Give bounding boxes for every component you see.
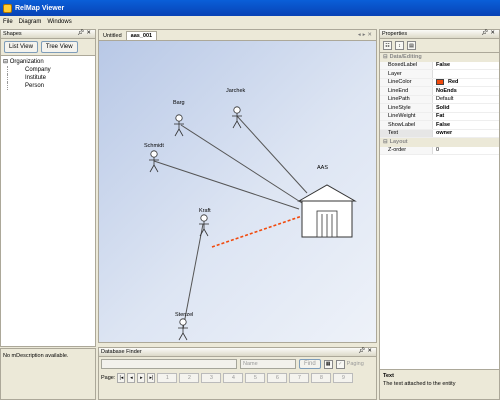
person-label-jarchek: Jarchek xyxy=(226,88,246,94)
property-row-selected[interactable]: Text owner xyxy=(380,129,499,138)
name-select[interactable]: Name xyxy=(240,359,296,369)
page-button-2[interactable]: 2 xyxy=(179,373,200,383)
property-help: Text The text attached to the entity xyxy=(380,369,499,399)
tab-aas-001[interactable]: aas_001 xyxy=(125,31,158,40)
person-label-stenzel: Stenzel xyxy=(175,312,193,318)
tab-untitled[interactable]: Untitled xyxy=(99,32,126,40)
page-button-7[interactable]: 7 xyxy=(289,373,310,383)
person-label-schmidt: Schmidt xyxy=(144,143,164,149)
page-label: Page: xyxy=(101,375,116,381)
app-icon xyxy=(3,3,12,13)
options-icon[interactable]: ▦ xyxy=(323,359,333,369)
tree-item-person[interactable]: Person xyxy=(7,82,93,90)
person-label-kraft: Kraft xyxy=(199,208,211,214)
property-row[interactable]: Layer xyxy=(380,70,499,79)
page-button-6[interactable]: 6 xyxy=(267,373,288,383)
menu-bar: File Diagram Windows xyxy=(0,16,500,28)
link-kraft-aas-highlighted[interactable] xyxy=(211,215,303,248)
person-icon-jarchek[interactable] xyxy=(231,106,243,129)
description-text: No mDescription available. xyxy=(3,353,69,359)
shapes-panel-title: Shapes xyxy=(3,31,22,37)
last-page-icon[interactable]: ▸| xyxy=(147,373,156,383)
window-title: RelMap Viewer xyxy=(15,4,65,12)
menu-file[interactable]: File xyxy=(3,19,13,25)
paging-checkbox[interactable]: ✓ xyxy=(335,359,345,369)
page-button-8[interactable]: 8 xyxy=(311,373,332,383)
page-button-3[interactable]: 3 xyxy=(201,373,222,383)
person-label-barg: Barg xyxy=(173,100,185,106)
shapes-panel-header: Shapes 📌︎✕ xyxy=(1,30,95,39)
database-finder-title: Database Finder xyxy=(101,349,142,355)
property-row[interactable]: LineColor Red xyxy=(380,78,499,87)
next-page-icon[interactable]: ▸ xyxy=(137,373,146,383)
tree-item-institute[interactable]: Institute xyxy=(7,74,93,82)
property-row[interactable]: LineStyle Solid xyxy=(380,104,499,113)
document-area: Untitled aas_001 ◂▸✕ AAS Barg Jarchek Sc… xyxy=(98,29,377,343)
shapes-tree: ⊟ Organization Company Institute Person xyxy=(1,56,95,92)
shapes-panel: Shapes 📌︎✕ List View Tree View ⊟ Organiz… xyxy=(0,29,96,347)
search-input[interactable] xyxy=(101,359,237,369)
tree-view-button[interactable]: Tree View xyxy=(40,41,78,53)
sort-alpha-icon[interactable]: ↕ xyxy=(395,41,404,50)
property-row[interactable]: BoxedLabel False xyxy=(380,61,499,70)
list-view-button[interactable]: List View xyxy=(4,41,38,53)
diagram-svg: AAS Barg Jarchek Schmidt Kraft Stenzel xyxy=(144,88,357,341)
person-icon-stenzel[interactable] xyxy=(177,318,189,341)
property-row[interactable]: LineEnd NoEnds xyxy=(380,87,499,96)
property-row[interactable]: ShowLabel False xyxy=(380,121,499,130)
person-icon-schmidt[interactable] xyxy=(148,150,160,173)
close-icon[interactable]: ✕ xyxy=(490,30,497,36)
tree-item-company[interactable]: Company xyxy=(7,66,93,74)
help-text: The text attached to the entity xyxy=(383,381,456,387)
database-finder-header: Database Finder 📌︎✕ xyxy=(99,348,376,357)
prev-page-icon[interactable]: ◂ xyxy=(127,373,136,383)
close-icon[interactable]: ✕ xyxy=(86,30,93,36)
tree-item-organization[interactable]: ⊟ Organization xyxy=(3,58,93,66)
database-finder-panel: Database Finder 📌︎✕ Name Find ▦ ✓ Paging … xyxy=(98,347,377,400)
categorized-icon[interactable]: ☷ xyxy=(383,41,392,50)
pager: Page: |◂ ◂ ▸ ▸| 1 2 3 4 5 6 7 8 9 xyxy=(99,371,376,385)
property-row[interactable]: Z-order 0 xyxy=(380,146,499,155)
properties-header: Properties 📌︎✕ xyxy=(380,30,499,39)
description-panel: No mDescription available. xyxy=(0,348,96,400)
page-button-1[interactable]: 1 xyxy=(157,373,178,383)
properties-panel: Properties 📌︎✕ ☷ ↕ ▤ ⊟ Data/Editing Boxe… xyxy=(379,29,500,400)
find-button[interactable]: Find xyxy=(299,359,321,369)
help-title: Text xyxy=(383,373,394,379)
title-bar: RelMap Viewer xyxy=(0,0,500,16)
close-icon[interactable]: ✕ xyxy=(367,348,374,354)
color-swatch xyxy=(436,79,444,86)
link-barg-aas[interactable] xyxy=(180,124,303,204)
property-row[interactable]: LineWeight Fat xyxy=(380,112,499,121)
page-button-9[interactable]: 9 xyxy=(333,373,354,383)
building-icon[interactable] xyxy=(297,184,357,238)
category-data-editing[interactable]: ⊟ Data/Editing xyxy=(380,53,499,62)
properties-toolbar: ☷ ↕ ▤ xyxy=(380,39,499,53)
page-button-4[interactable]: 4 xyxy=(223,373,244,383)
app-window: RelMap Viewer File Diagram Windows Shape… xyxy=(0,0,500,400)
page-button-5[interactable]: 5 xyxy=(245,373,266,383)
property-row[interactable]: LinePath Default xyxy=(380,95,499,104)
category-layout[interactable]: ⊟ Layout xyxy=(380,138,499,147)
menu-windows[interactable]: Windows xyxy=(47,19,71,25)
first-page-icon[interactable]: |◂ xyxy=(117,373,126,383)
link-schmidt-aas[interactable] xyxy=(153,160,300,210)
tab-strip: Untitled aas_001 ◂▸✕ xyxy=(99,30,376,41)
diagram-canvas[interactable]: AAS Barg Jarchek Schmidt Kraft Stenzel xyxy=(99,41,376,342)
menu-diagram[interactable]: Diagram xyxy=(19,19,42,25)
person-icon-kraft[interactable] xyxy=(198,214,210,237)
paging-label: Paging xyxy=(346,361,364,367)
building-label: AAS xyxy=(317,165,328,171)
link-jarchek-aas[interactable] xyxy=(236,115,308,194)
collapse-icon[interactable]: ⊟ xyxy=(3,59,8,65)
tab-close-icon[interactable]: ✕ xyxy=(367,32,374,38)
property-pages-icon[interactable]: ▤ xyxy=(407,41,416,50)
properties-title: Properties xyxy=(382,31,408,37)
